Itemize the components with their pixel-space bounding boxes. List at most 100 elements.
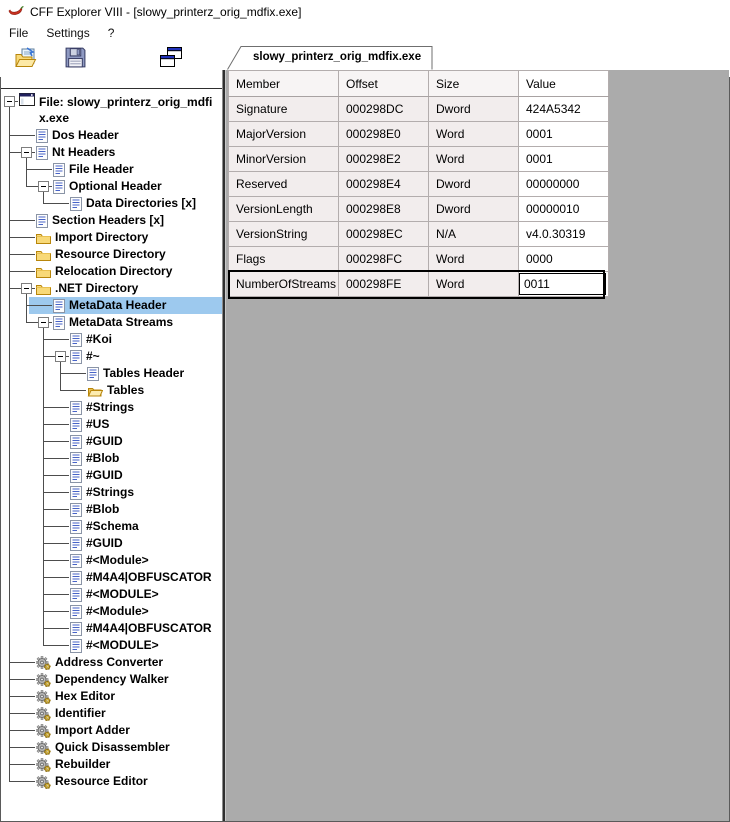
tree-item-relocation-directory[interactable]: Relocation Directory — [1, 263, 222, 280]
tree-item-net-directory[interactable]: .NET Directory — [1, 280, 222, 297]
column-header-member[interactable]: Member — [228, 70, 339, 97]
column-header-value[interactable]: Value — [518, 70, 609, 97]
tree-connector — [52, 399, 69, 416]
tree-item-label: Nt Headers — [52, 145, 116, 159]
table-row-versionlength[interactable]: VersionLength 000298E8 Dword 00000010 — [228, 196, 609, 222]
tree-item-module[interactable]: #<MODULE> — [1, 586, 222, 603]
tree-item-m4a4-obfuscator[interactable]: #M4A4|OBFUSCATOR — [1, 620, 222, 637]
cell-size: N/A — [428, 221, 519, 247]
tree-collapse-toggle[interactable] — [18, 144, 35, 161]
open-file-button[interactable] — [12, 46, 42, 74]
tree-connector — [18, 365, 35, 382]
tree-item-strings[interactable]: #Strings — [1, 399, 222, 416]
tree-item-metadata-streams[interactable]: MetaData Streams — [1, 314, 222, 331]
tree-connector — [35, 569, 52, 586]
tree-item-blob[interactable]: #Blob — [1, 450, 222, 467]
tree-item-rebuilder[interactable]: Rebuilder — [1, 756, 222, 773]
doc-icon — [70, 434, 82, 449]
tree-connector — [1, 365, 18, 382]
tree-item-section-headers-x[interactable]: Section Headers [x] — [1, 212, 222, 229]
table-row-reserved[interactable]: Reserved 000298E4 Dword 00000000 — [228, 171, 609, 197]
tree-item-label: #US — [86, 417, 110, 431]
tree-item-tables-header[interactable]: Tables Header — [1, 365, 222, 382]
tree-item-strings[interactable]: #Strings — [1, 484, 222, 501]
tree-item-module[interactable]: #<Module> — [1, 552, 222, 569]
tree-collapse-toggle[interactable] — [1, 93, 18, 127]
tree-collapse-toggle[interactable] — [35, 178, 52, 195]
folder-open-icon — [87, 385, 103, 397]
tree-connector — [35, 501, 52, 518]
tree-item-[interactable]: #~ — [1, 348, 222, 365]
tree-item-guid[interactable]: #GUID — [1, 467, 222, 484]
tree-item-address-converter[interactable]: Address Converter — [1, 654, 222, 671]
tree-item-schema[interactable]: #Schema — [1, 518, 222, 535]
tree-connector — [1, 569, 18, 586]
tree-connector — [1, 535, 18, 552]
tree-item-data-directories-x[interactable]: Data Directories [x] — [1, 195, 222, 212]
tree-item-hex-editor[interactable]: Hex Editor — [1, 688, 222, 705]
panel-divider[interactable] — [222, 70, 226, 821]
window-icon — [19, 93, 35, 106]
tree-item-resource-editor[interactable]: Resource Editor — [1, 773, 222, 790]
menu-settings[interactable]: Settings — [37, 24, 98, 42]
tree-item-module[interactable]: #<MODULE> — [1, 637, 222, 654]
tree-item-blob[interactable]: #Blob — [1, 501, 222, 518]
tree-item-m4a4-obfuscator[interactable]: #M4A4|OBFUSCATOR — [1, 569, 222, 586]
tree-collapse-toggle[interactable] — [35, 314, 52, 331]
tree-item-file-header[interactable]: File Header — [1, 161, 222, 178]
menu-help[interactable]: ? — [99, 24, 124, 42]
tree-item-us[interactable]: #US — [1, 416, 222, 433]
table-row-flags[interactable]: Flags 000298FC Word 0000 — [228, 246, 609, 272]
file-tab[interactable]: slowy_printerz_orig_mdfix.exe — [227, 46, 433, 70]
tree-item-file-slowy-printerz-orig-mdfix-exe[interactable]: File: slowy_printerz_orig_mdfix.exe — [1, 93, 222, 127]
cell-value: 0001 — [518, 146, 609, 172]
doc-icon — [70, 519, 82, 534]
table-row-signature[interactable]: Signature 000298DC Dword 424A5342 — [228, 96, 609, 122]
table-row-minorversion[interactable]: MinorVersion 000298E2 Word 0001 — [228, 146, 609, 172]
menu-file[interactable]: File — [0, 24, 37, 42]
tree-item-label: Data Directories [x] — [86, 196, 197, 210]
tree-item-resource-directory[interactable]: Resource Directory — [1, 246, 222, 263]
save-file-button[interactable] — [60, 46, 90, 74]
column-header-size[interactable]: Size — [428, 70, 519, 97]
gear-icon — [36, 774, 51, 789]
tree-item-identifier[interactable]: Identifier — [1, 705, 222, 722]
tree-item-guid[interactable]: #GUID — [1, 433, 222, 450]
tree-item-koi[interactable]: #Koi — [1, 331, 222, 348]
cell-member: MajorVersion — [228, 121, 339, 147]
table-row-majorversion[interactable]: MajorVersion 000298E0 Word 0001 — [228, 121, 609, 147]
tree-item-module[interactable]: #<Module> — [1, 603, 222, 620]
value-edit-field[interactable]: 0011 — [519, 273, 606, 295]
tree-item-import-adder[interactable]: Import Adder — [1, 722, 222, 739]
tree-connector — [1, 484, 18, 501]
explorer-tree-panel: File: slowy_printerz_orig_mdfix.exe Dos H… — [1, 88, 222, 821]
tree-item-dependency-walker[interactable]: Dependency Walker — [1, 671, 222, 688]
tree-connector — [52, 365, 69, 382]
windows-button[interactable] — [156, 46, 186, 74]
tree-item-metadata-header[interactable]: MetaData Header — [1, 297, 222, 314]
tree-collapse-toggle[interactable] — [18, 280, 35, 297]
cell-size: Word — [428, 146, 519, 172]
tree-item-optional-header[interactable]: Optional Header — [1, 178, 222, 195]
tree-item-guid[interactable]: #GUID — [1, 535, 222, 552]
doc-icon — [36, 213, 48, 228]
tree-connector — [35, 348, 52, 365]
tree-item-tables[interactable]: Tables — [1, 382, 222, 399]
tree-connector — [18, 518, 35, 535]
cell-value: v4.0.30319 — [518, 221, 609, 247]
table-row-numberofstreams[interactable]: NumberOfStreams 000298FE Word 0011 — [228, 271, 609, 297]
cell-offset: 000298DC — [338, 96, 429, 122]
gear-icon — [36, 706, 51, 721]
cell-size: Word — [428, 121, 519, 147]
tree-connector — [1, 212, 18, 229]
tree-item-import-directory[interactable]: Import Directory — [1, 229, 222, 246]
tree-item-quick-disassembler[interactable]: Quick Disassembler — [1, 739, 222, 756]
cell-value[interactable]: 0011 — [518, 271, 609, 297]
column-header-offset[interactable]: Offset — [338, 70, 429, 97]
table-row-versionstring[interactable]: VersionString 000298EC N/A v4.0.30319 — [228, 221, 609, 247]
tree-item-nt-headers[interactable]: Nt Headers — [1, 144, 222, 161]
tree-collapse-toggle[interactable] — [52, 348, 69, 365]
tree-item-label: .NET Directory — [55, 281, 139, 295]
tree-item-dos-header[interactable]: Dos Header — [1, 127, 222, 144]
tree-connector — [18, 314, 35, 331]
